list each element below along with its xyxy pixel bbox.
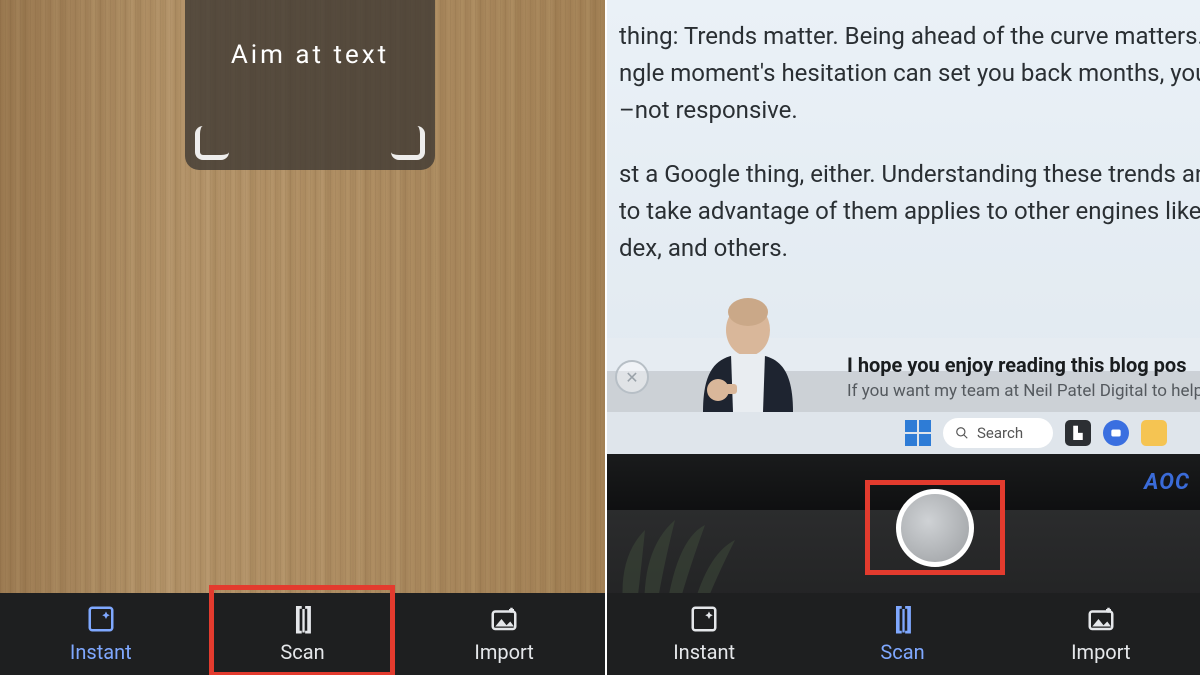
- scan-tab[interactable]: [|] Scan: [222, 599, 382, 669]
- tab-label: Scan: [880, 640, 924, 664]
- windows-taskbar: Search ▙: [605, 412, 1200, 454]
- article-line: dex, and others.: [619, 234, 788, 262]
- article-line: ngle moment's hesitation can set you bac…: [619, 59, 1200, 87]
- search-icon: [955, 426, 969, 440]
- import-tab[interactable]: Import: [1021, 599, 1181, 669]
- sparkle-square-icon: [86, 604, 116, 634]
- scan-brackets-icon: [|]: [894, 604, 910, 634]
- frame-corner-icon: [391, 126, 425, 160]
- import-tab[interactable]: Import: [424, 599, 584, 669]
- article-line: st a Google thing, either. Understanding…: [619, 160, 1200, 188]
- cta-subtitle: If you want my team at Neil Patel Digita…: [847, 381, 1200, 401]
- tab-label: Import: [1071, 640, 1130, 664]
- taskbar-explorer-icon[interactable]: [1141, 420, 1167, 446]
- author-photo: [663, 292, 833, 412]
- cta-banner: ✕ I hope you enjoy reading this blog pos…: [605, 338, 1200, 416]
- taskbar-chat-icon[interactable]: [1103, 420, 1129, 446]
- image-plus-icon: [489, 604, 519, 634]
- mode-bar: Instant [|] Scan Import: [605, 593, 1200, 675]
- shutter-button[interactable]: [896, 489, 974, 567]
- monitor-brand-label: AOC: [1144, 470, 1190, 495]
- left-screenshot: Aim at text Instant [|] Scan: [0, 0, 605, 675]
- taskbar-search[interactable]: Search: [943, 418, 1053, 448]
- image-plus-icon: [1086, 604, 1116, 634]
- taskbar-app-icon[interactable]: ▙: [1065, 420, 1091, 446]
- scan-brackets-icon: [|]: [294, 604, 310, 634]
- aim-label: Aim at text: [231, 40, 389, 70]
- highlight-box: [865, 480, 1005, 575]
- tab-label: Instant: [70, 640, 132, 664]
- search-placeholder: Search: [977, 424, 1023, 442]
- tab-label: Instant: [673, 640, 735, 664]
- article-line: –not responsive.: [619, 96, 798, 124]
- scan-tab[interactable]: [|] Scan: [822, 599, 982, 669]
- close-icon[interactable]: ✕: [615, 360, 649, 394]
- instant-tab[interactable]: Instant: [624, 599, 784, 669]
- tab-label: Scan: [280, 640, 324, 664]
- instant-tab[interactable]: Instant: [21, 599, 181, 669]
- cta-title: I hope you enjoy reading this blog pos: [847, 353, 1200, 377]
- pane-divider: [605, 0, 607, 675]
- aim-overlay: Aim at text: [185, 0, 435, 170]
- right-screenshot: thing: Trends matter. Being ahead of the…: [605, 0, 1200, 675]
- article-line: thing: Trends matter. Being ahead of the…: [619, 22, 1200, 50]
- frame-corner-icon: [195, 126, 229, 160]
- windows-start-icon[interactable]: [905, 420, 931, 446]
- sparkle-square-icon: [689, 604, 719, 634]
- mode-bar: Instant [|] Scan Import: [0, 593, 605, 675]
- article-line: to take advantage of them applies to oth…: [619, 197, 1200, 225]
- tab-label: Import: [474, 640, 533, 664]
